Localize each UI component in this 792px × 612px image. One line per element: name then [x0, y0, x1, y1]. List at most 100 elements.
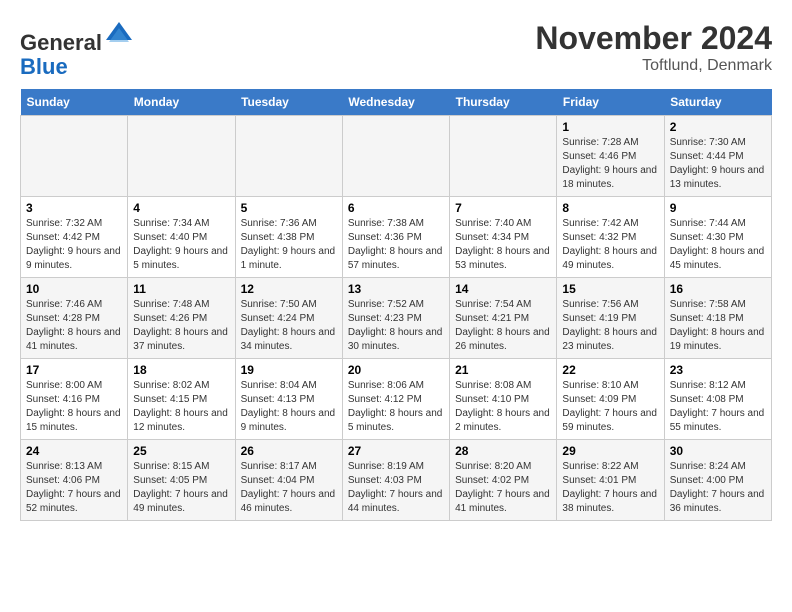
calendar-cell: 20 Sunrise: 8:06 AMSunset: 4:12 PMDayligh…: [342, 359, 449, 440]
day-info: Sunrise: 8:02 AMSunset: 4:15 PMDaylight:…: [133, 379, 229, 435]
calendar-week-1: 1Sunrise: 7:28 AMSunset: 4:46 PMDaylight…: [21, 116, 772, 197]
calendar-cell: 29 Sunrise: 8:22 AMSunset: 4:01 PMDayligh…: [557, 440, 664, 521]
calendar-cell: 27 Sunrise: 8:19 AMSunset: 4:03 PMDayligh…: [342, 440, 449, 521]
day-number: 9: [670, 201, 766, 215]
day-number: 11: [133, 282, 229, 296]
calendar-cell: 24 Sunrise: 8:13 AMSunset: 4:06 PMDayligh…: [21, 440, 128, 521]
day-number: 26: [241, 444, 337, 458]
day-number: 19: [241, 363, 337, 377]
day-info: Sunrise: 7:30 AMSunset: 4:44 PMDaylight:…: [670, 136, 766, 192]
day-info: Sunrise: 7:52 AMSunset: 4:23 PMDaylight:…: [348, 298, 444, 354]
calendar-cell: 28 Sunrise: 8:20 AMSunset: 4:02 PMDayligh…: [450, 440, 557, 521]
day-info: Sunrise: 8:17 AMSunset: 4:04 PMDaylight:…: [241, 460, 337, 516]
day-number: 7: [455, 201, 551, 215]
day-number: 13: [348, 282, 444, 296]
calendar-cell: 15 Sunrise: 7:56 AMSunset: 4:19 PMDayligh…: [557, 278, 664, 359]
day-info: Sunrise: 8:15 AMSunset: 4:05 PMDaylight:…: [133, 460, 229, 516]
day-info: Sunrise: 8:06 AMSunset: 4:12 PMDaylight:…: [348, 379, 444, 435]
calendar-cell: 26 Sunrise: 8:17 AMSunset: 4:04 PMDayligh…: [235, 440, 342, 521]
calendar-cell: 10Sunrise: 7:46 AMSunset: 4:28 PMDayligh…: [21, 278, 128, 359]
calendar-week-2: 3 Sunrise: 7:32 AMSunset: 4:42 PMDaylight…: [21, 197, 772, 278]
day-info: Sunrise: 7:40 AMSunset: 4:34 PMDaylight:…: [455, 217, 551, 273]
day-number: 4: [133, 201, 229, 215]
title-block: November 2024 Toftlund, Denmark: [535, 20, 772, 75]
day-number: 28: [455, 444, 551, 458]
day-info: Sunrise: 7:50 AMSunset: 4:24 PMDaylight:…: [241, 298, 337, 354]
calendar-cell: 23Sunrise: 8:12 AMSunset: 4:08 PMDayligh…: [664, 359, 771, 440]
calendar-week-3: 10Sunrise: 7:46 AMSunset: 4:28 PMDayligh…: [21, 278, 772, 359]
calendar-cell: [342, 116, 449, 197]
weekday-header-thursday: Thursday: [450, 89, 557, 116]
weekday-header-saturday: Saturday: [664, 89, 771, 116]
day-info: Sunrise: 8:10 AMSunset: 4:09 PMDaylight:…: [562, 379, 658, 435]
day-number: 29: [562, 444, 658, 458]
day-number: 21: [455, 363, 551, 377]
calendar-cell: 18 Sunrise: 8:02 AMSunset: 4:15 PMDayligh…: [128, 359, 235, 440]
calendar-cell: 12 Sunrise: 7:50 AMSunset: 4:24 PMDayligh…: [235, 278, 342, 359]
day-number: 3: [26, 201, 122, 215]
day-info: Sunrise: 7:48 AMSunset: 4:26 PMDaylight:…: [133, 298, 229, 354]
calendar-week-4: 17 Sunrise: 8:00 AMSunset: 4:16 PMDayligh…: [21, 359, 772, 440]
day-info: Sunrise: 7:34 AMSunset: 4:40 PMDaylight:…: [133, 217, 229, 273]
calendar-cell: 19 Sunrise: 8:04 AMSunset: 4:13 PMDayligh…: [235, 359, 342, 440]
calendar-cell: 6 Sunrise: 7:38 AMSunset: 4:36 PMDaylight…: [342, 197, 449, 278]
day-number: 22: [562, 363, 658, 377]
day-number: 12: [241, 282, 337, 296]
calendar-cell: 5 Sunrise: 7:36 AMSunset: 4:38 PMDaylight…: [235, 197, 342, 278]
day-info: Sunrise: 8:20 AMSunset: 4:02 PMDaylight:…: [455, 460, 551, 516]
calendar-cell: [450, 116, 557, 197]
day-number: 5: [241, 201, 337, 215]
day-info: Sunrise: 7:54 AMSunset: 4:21 PMDaylight:…: [455, 298, 551, 354]
calendar-cell: 16Sunrise: 7:58 AMSunset: 4:18 PMDayligh…: [664, 278, 771, 359]
month-title: November 2024: [535, 20, 772, 57]
calendar-cell: 21 Sunrise: 8:08 AMSunset: 4:10 PMDayligh…: [450, 359, 557, 440]
day-number: 16: [670, 282, 766, 296]
day-info: Sunrise: 7:38 AMSunset: 4:36 PMDaylight:…: [348, 217, 444, 273]
calendar-table: SundayMondayTuesdayWednesdayThursdayFrid…: [20, 89, 772, 521]
logo: General Blue: [20, 20, 134, 79]
calendar-body: 1Sunrise: 7:28 AMSunset: 4:46 PMDaylight…: [21, 116, 772, 521]
day-info: Sunrise: 8:04 AMSunset: 4:13 PMDaylight:…: [241, 379, 337, 435]
day-number: 24: [26, 444, 122, 458]
day-info: Sunrise: 7:56 AMSunset: 4:19 PMDaylight:…: [562, 298, 658, 354]
calendar-cell: 30 Sunrise: 8:24 AMSunset: 4:00 PMDayligh…: [664, 440, 771, 521]
weekday-header-row: SundayMondayTuesdayWednesdayThursdayFrid…: [21, 89, 772, 116]
day-info: Sunrise: 8:22 AMSunset: 4:01 PMDaylight:…: [562, 460, 658, 516]
calendar-cell: [128, 116, 235, 197]
day-info: Sunrise: 8:12 AMSunset: 4:08 PMDaylight:…: [670, 379, 766, 435]
page-header: General Blue November 2024 Toftlund, Den…: [20, 20, 772, 79]
calendar-cell: 2Sunrise: 7:30 AMSunset: 4:44 PMDaylight…: [664, 116, 771, 197]
day-number: 20: [348, 363, 444, 377]
logo-icon: [104, 20, 134, 50]
day-number: 27: [348, 444, 444, 458]
calendar-cell: 4 Sunrise: 7:34 AMSunset: 4:40 PMDaylight…: [128, 197, 235, 278]
calendar-cell: 3 Sunrise: 7:32 AMSunset: 4:42 PMDaylight…: [21, 197, 128, 278]
day-info: Sunrise: 7:46 AMSunset: 4:28 PMDaylight:…: [26, 298, 122, 354]
day-info: Sunrise: 8:13 AMSunset: 4:06 PMDaylight:…: [26, 460, 122, 516]
calendar-cell: 13 Sunrise: 7:52 AMSunset: 4:23 PMDayligh…: [342, 278, 449, 359]
calendar-header: SundayMondayTuesdayWednesdayThursdayFrid…: [21, 89, 772, 116]
weekday-header-monday: Monday: [128, 89, 235, 116]
day-number: 18: [133, 363, 229, 377]
location: Toftlund, Denmark: [535, 57, 772, 75]
day-info: Sunrise: 8:08 AMSunset: 4:10 PMDaylight:…: [455, 379, 551, 435]
calendar-cell: 7 Sunrise: 7:40 AMSunset: 4:34 PMDaylight…: [450, 197, 557, 278]
weekday-header-friday: Friday: [557, 89, 664, 116]
logo-general-text: General: [20, 30, 102, 55]
day-info: Sunrise: 7:32 AMSunset: 4:42 PMDaylight:…: [26, 217, 122, 273]
day-number: 14: [455, 282, 551, 296]
day-number: 25: [133, 444, 229, 458]
calendar-cell: 14 Sunrise: 7:54 AMSunset: 4:21 PMDayligh…: [450, 278, 557, 359]
day-info: Sunrise: 8:19 AMSunset: 4:03 PMDaylight:…: [348, 460, 444, 516]
weekday-header-wednesday: Wednesday: [342, 89, 449, 116]
day-number: 17: [26, 363, 122, 377]
day-number: 6: [348, 201, 444, 215]
calendar-cell: 8Sunrise: 7:42 AMSunset: 4:32 PMDaylight…: [557, 197, 664, 278]
day-info: Sunrise: 8:24 AMSunset: 4:00 PMDaylight:…: [670, 460, 766, 516]
day-info: Sunrise: 8:00 AMSunset: 4:16 PMDaylight:…: [26, 379, 122, 435]
logo-blue-text: Blue: [20, 54, 68, 79]
day-info: Sunrise: 7:36 AMSunset: 4:38 PMDaylight:…: [241, 217, 337, 273]
day-info: Sunrise: 7:44 AMSunset: 4:30 PMDaylight:…: [670, 217, 766, 273]
day-number: 15: [562, 282, 658, 296]
day-number: 30: [670, 444, 766, 458]
